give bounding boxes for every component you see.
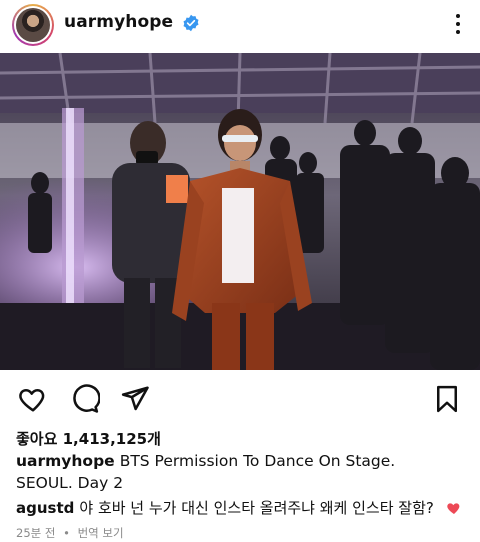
caption-username[interactable]: uarmyhope <box>16 452 115 470</box>
comment-bubble-icon[interactable] <box>70 384 100 414</box>
bookmark-icon[interactable] <box>432 384 462 414</box>
comment-text: 야 호바 넌 누가 대신 인스타 올려주냐 왜케 인스타 잘함? <box>79 499 434 517</box>
comment-username[interactable]: agustd <box>16 499 74 517</box>
meta-separator: • <box>63 526 70 540</box>
post-header: uarmyhope <box>0 0 480 52</box>
more-options-button[interactable] <box>446 10 470 38</box>
comment-like-heart-icon[interactable] <box>446 500 462 516</box>
post-time: 25분 전 <box>16 526 56 540</box>
post-caption: uarmyhope BTS Permission To Dance On Stag… <box>16 450 456 494</box>
story-ring[interactable] <box>12 4 54 46</box>
action-bar <box>0 378 480 418</box>
post-photo[interactable] <box>0 53 480 370</box>
likes-count[interactable]: 좋아요 1,413,125개 <box>16 428 161 449</box>
comment-item: agustd 야 호바 넌 누가 대신 인스타 올려주냐 왜케 인스타 잘함? <box>16 498 436 518</box>
paper-plane-icon[interactable] <box>120 384 150 414</box>
avatar[interactable] <box>16 8 50 42</box>
heart-outline-icon[interactable] <box>18 384 48 414</box>
post-meta: 25분 전 • 번역 보기 <box>16 525 128 541</box>
post-username[interactable]: uarmyhope <box>64 12 173 32</box>
translate-link[interactable]: 번역 보기 <box>78 526 124 540</box>
verified-badge-icon <box>183 14 199 32</box>
backstage-photo <box>0 53 480 370</box>
